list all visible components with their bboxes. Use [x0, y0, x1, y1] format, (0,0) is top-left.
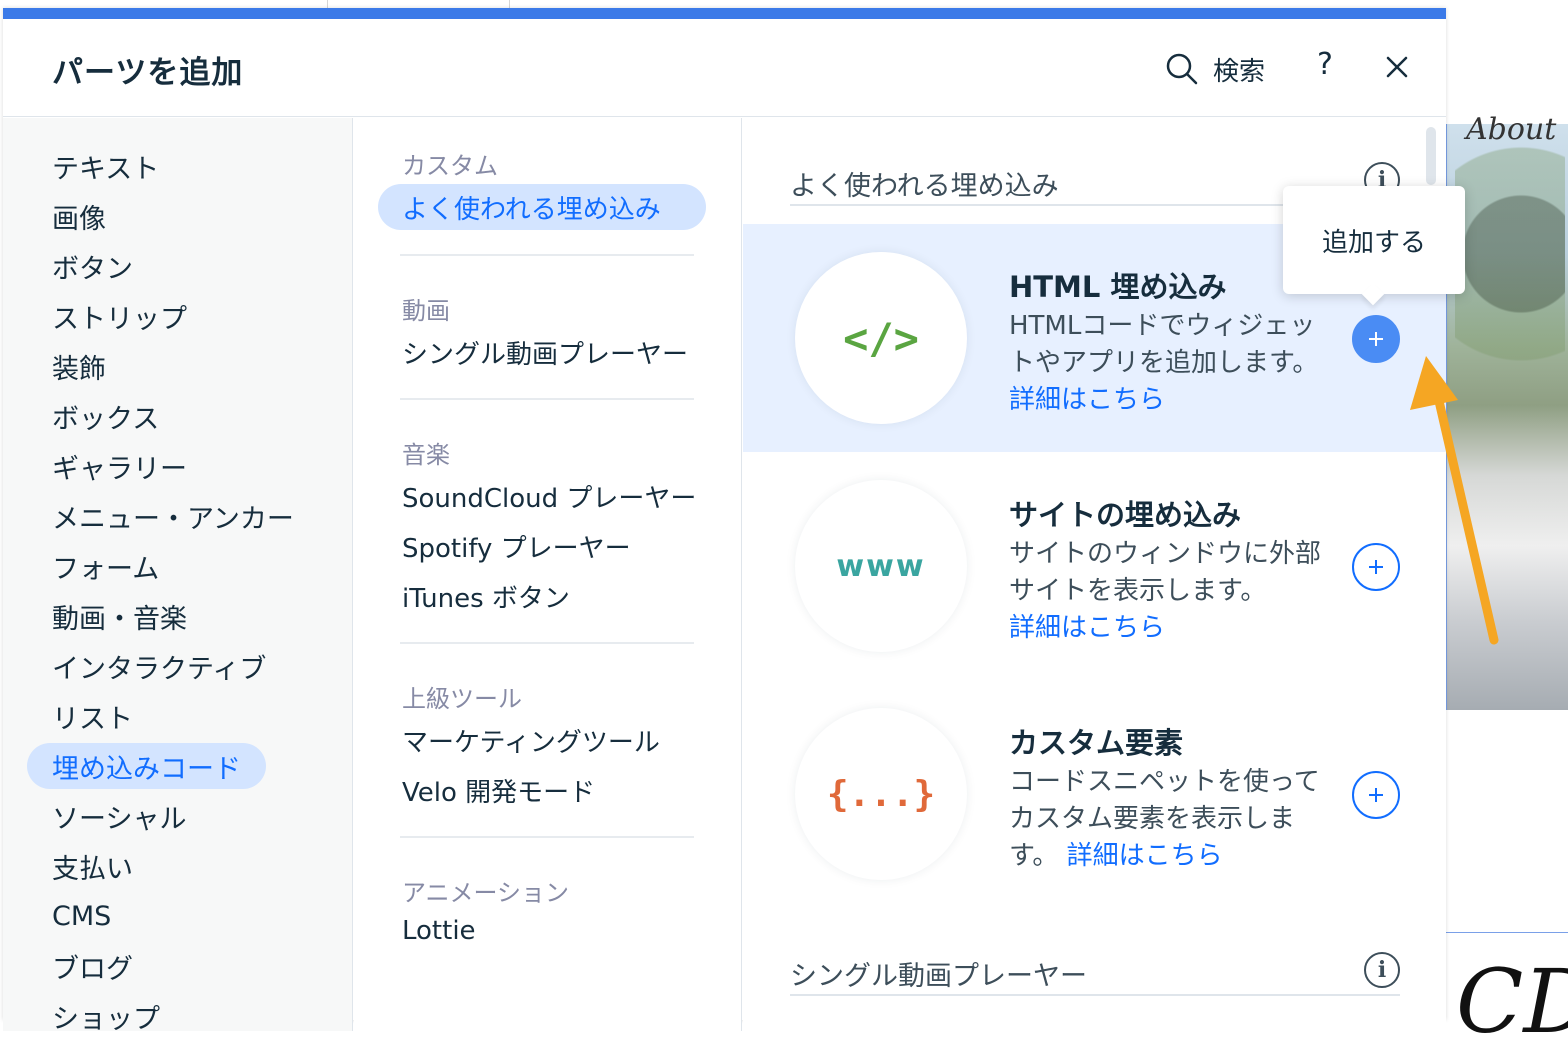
tree-foliage	[1455, 134, 1565, 434]
subsection-title-music: 音楽	[402, 441, 450, 469]
editor-top-strip	[0, 0, 1446, 8]
curly-braces-icon-glyph: {...}	[826, 773, 936, 815]
category-item-button[interactable]: ボタン	[27, 243, 158, 289]
card-title: サイトの埋め込み	[1009, 498, 1242, 532]
strip-divider	[509, 0, 510, 8]
category-item-payments[interactable]: 支払い	[27, 843, 158, 889]
subcategory-item-single-video-player[interactable]: シングル動画プレーヤー	[402, 334, 702, 371]
card-description: サイトのウィンドウに外部サイトを表示します。詳細はこちら	[1009, 536, 1321, 647]
www-icon-glyph: www	[836, 548, 926, 584]
divider	[400, 398, 694, 400]
subsection-title-advanced: 上級ツール	[402, 685, 522, 713]
category-item-blog[interactable]: ブログ	[27, 943, 158, 989]
section-title: よく使われる埋め込み	[790, 171, 1059, 202]
background-heading: About	[1466, 112, 1557, 147]
divider	[400, 254, 694, 256]
section-header-single-video-player: シングル動画プレーヤー i	[790, 944, 1400, 996]
close-icon	[1386, 56, 1408, 78]
plus-icon	[1369, 788, 1383, 802]
learn-more-link[interactable]: 詳細はこちら	[1009, 385, 1165, 415]
add-button[interactable]	[1352, 543, 1400, 591]
subsection-title-animation: アニメーション	[402, 879, 570, 907]
card-title: カスタム要素	[1009, 726, 1184, 760]
learn-more-link[interactable]: 詳細はこちら	[1067, 841, 1223, 871]
category-list: テキスト 画像 ボタン ストリップ 装飾 ボックス ギャラリー メニュー・アンカ…	[3, 118, 353, 1031]
divider	[400, 836, 694, 838]
category-item-box[interactable]: ボックス	[27, 393, 184, 439]
subcategory-item-itunes[interactable]: iTunes ボタン	[402, 578, 702, 615]
close-button[interactable]	[1381, 51, 1413, 83]
category-item-decorative[interactable]: 装飾	[27, 343, 131, 389]
subcategory-list: カスタム よく使われる埋め込み 動画 シングル動画プレーヤー 音楽 SoundC…	[354, 118, 742, 1031]
category-item-embed-code[interactable]: 埋め込みコード	[27, 743, 266, 789]
category-item-store[interactable]: ショップ	[27, 993, 185, 1032]
category-item-gallery[interactable]: ギャラリー	[27, 443, 212, 489]
code-icon-glyph: </>	[843, 313, 919, 363]
category-item-list[interactable]: リスト	[27, 693, 158, 739]
category-item-strip[interactable]: ストリップ	[27, 293, 212, 339]
background-large-text: CD	[1456, 950, 1568, 1053]
add-tooltip: 追加する	[1283, 186, 1465, 306]
background-site-preview: About CD	[1446, 0, 1568, 1053]
card-title: HTML 埋め込み	[1009, 270, 1227, 304]
plus-icon	[1369, 560, 1383, 574]
category-item-cms[interactable]: CMS	[27, 893, 136, 939]
category-item-image[interactable]: 画像	[27, 193, 131, 239]
panel-header: パーツを追加 検索 ?	[3, 19, 1446, 117]
subcategory-item-popular-embeds[interactable]: よく使われる埋め込み	[378, 184, 706, 230]
card-description: HTMLコードでウィジェットやアプリを追加します。 詳細はこちら	[1009, 308, 1321, 419]
add-elements-panel: パーツを追加 検索 ? テキスト 画像 ボタン ストリップ 装飾 ボックス ギャ…	[3, 8, 1446, 1031]
www-icon: www	[795, 480, 967, 652]
category-item-menu-anchor[interactable]: メニュー・アンカー	[27, 493, 319, 539]
plus-icon	[1369, 332, 1383, 346]
search-icon	[1166, 53, 1198, 85]
help-button[interactable]: ?	[1317, 47, 1333, 82]
element-card-custom-element[interactable]: {...} カスタム要素 コードスニペットを使ってカスタム要素を表示します。 詳…	[743, 680, 1446, 908]
category-item-social[interactable]: ソーシャル	[27, 793, 211, 839]
add-button[interactable]	[1352, 771, 1400, 819]
section-title: シングル動画プレーヤー	[790, 961, 1087, 992]
card-description-text: サイトのウィンドウに外部サイトを表示します。	[1009, 539, 1322, 606]
subcategory-item-spotify[interactable]: Spotify プレーヤー	[402, 528, 702, 565]
subcategory-item-lottie[interactable]: Lottie	[402, 916, 702, 946]
code-icon: </>	[795, 252, 967, 424]
element-card-site-embed[interactable]: www サイトの埋め込み サイトのウィンドウに外部サイトを表示します。詳細はこち…	[743, 452, 1446, 680]
scrollbar-thumb[interactable]	[1426, 127, 1436, 185]
category-item-form[interactable]: フォーム	[27, 543, 184, 589]
subsection-title-custom: カスタム	[402, 152, 498, 180]
subcategory-item-velo[interactable]: Velo 開発モード	[402, 772, 702, 809]
search-button[interactable]: 検索	[1165, 49, 1265, 89]
category-item-interactive[interactable]: インタラクティブ	[27, 643, 291, 689]
add-button[interactable]	[1352, 315, 1400, 363]
search-label: 検索	[1213, 56, 1266, 87]
tooltip-label: 追加する	[1321, 228, 1426, 258]
curly-braces-icon: {...}	[795, 708, 967, 880]
selection-guide-line	[1446, 932, 1568, 933]
card-description: コードスニペットを使ってカスタム要素を表示します。 詳細はこちら	[1009, 764, 1321, 875]
subcategory-item-marketing-tools[interactable]: マーケティングツール	[402, 722, 702, 759]
category-item-video-music[interactable]: 動画・音楽	[27, 593, 212, 639]
strip-divider	[327, 0, 328, 8]
subcategory-item-soundcloud[interactable]: SoundCloud プレーヤー	[402, 478, 702, 515]
divider	[400, 642, 694, 644]
subsection-title-video: 動画	[402, 297, 450, 325]
learn-more-link[interactable]: 詳細はこちら	[1009, 613, 1165, 643]
info-icon[interactable]: i	[1364, 952, 1400, 988]
panel-title: パーツを追加	[52, 55, 244, 91]
card-description-text: HTMLコードでウィジェットやアプリを追加します。	[1009, 311, 1319, 378]
category-item-text[interactable]: テキスト	[27, 143, 184, 189]
